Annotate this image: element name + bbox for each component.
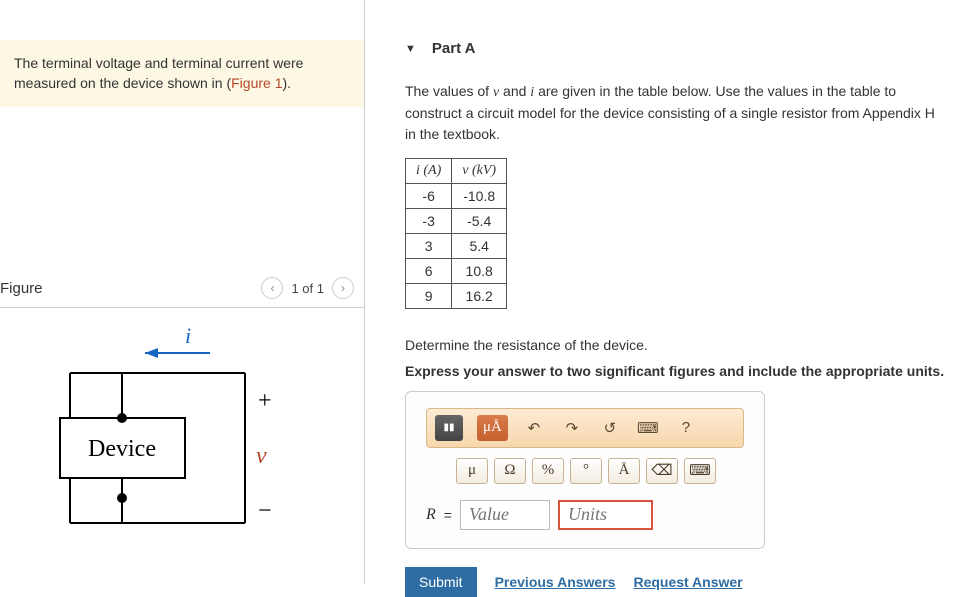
col-i-header: i (A) xyxy=(406,158,452,183)
templates-button[interactable]: ▮▮ xyxy=(435,415,463,441)
problem-statement: The terminal voltage and terminal curren… xyxy=(0,40,364,107)
table-row: 916.2 xyxy=(406,283,507,308)
figure-title: Figure xyxy=(0,280,43,297)
special-chars-button[interactable]: μÅ xyxy=(477,415,508,441)
submit-button[interactable]: Submit xyxy=(405,567,477,597)
part-label: Part A xyxy=(432,40,476,57)
toolbar-secondary: μ Ω % ° Å ⌫ ⌨ xyxy=(426,458,744,484)
table-row: 610.8 xyxy=(406,258,507,283)
v-label: v xyxy=(256,443,267,469)
device-label: Device xyxy=(88,436,156,462)
table-row: -6-10.8 xyxy=(406,183,507,208)
answer-line: R = xyxy=(426,500,744,530)
value-input[interactable] xyxy=(460,500,550,530)
keypad-button[interactable]: ⌨ xyxy=(684,458,716,484)
circuit-diagram: i Device + v − xyxy=(0,318,340,548)
degree-button[interactable]: ° xyxy=(570,458,602,484)
figure-prev-button[interactable]: ‹ xyxy=(261,277,283,299)
right-pane: ▼ Part A The values of v and i are given… xyxy=(365,0,966,584)
toolbar-primary: ▮▮ μÅ ↶ ↷ ↺ ⌨ ? xyxy=(426,408,744,448)
redo-button[interactable]: ↷ xyxy=(560,416,584,440)
part-header[interactable]: ▼ Part A xyxy=(405,40,966,57)
mu-button[interactable]: μ xyxy=(456,458,488,484)
sub-prompt-bold: Express your answer to two significant f… xyxy=(405,363,966,379)
table-row: 35.4 xyxy=(406,233,507,258)
figure-next-button[interactable]: › xyxy=(332,277,354,299)
answer-eq: = xyxy=(444,507,452,523)
percent-button[interactable]: % xyxy=(532,458,564,484)
request-answer-link[interactable]: Request Answer xyxy=(633,574,742,590)
data-table: i (A) v (kV) -6-10.8 -3-5.4 35.4 610.8 9… xyxy=(405,158,507,309)
sub-prompt: Determine the resistance of the device. xyxy=(405,337,966,353)
plus-label: + xyxy=(258,388,272,414)
figure-pager: ‹ 1 of 1 › xyxy=(261,277,354,299)
prompt-text: The values of v and i are given in the t… xyxy=(405,81,945,144)
collapse-icon: ▼ xyxy=(405,43,416,55)
i-label: i xyxy=(185,323,191,348)
keyboard-button[interactable]: ⌨ xyxy=(636,416,660,440)
backspace-button[interactable]: ⌫ xyxy=(646,458,678,484)
table-row: -3-5.4 xyxy=(406,208,507,233)
answer-var: R xyxy=(426,506,436,524)
figure-header: Figure ‹ 1 of 1 › xyxy=(0,277,364,308)
omega-button[interactable]: Ω xyxy=(494,458,526,484)
units-input[interactable] xyxy=(558,500,653,530)
figure-link[interactable]: Figure 1 xyxy=(231,75,282,91)
action-row: Submit Previous Answers Request Answer xyxy=(405,567,966,597)
previous-answers-link[interactable]: Previous Answers xyxy=(495,574,616,590)
figure-count: 1 of 1 xyxy=(291,281,324,296)
left-pane: The terminal voltage and terminal curren… xyxy=(0,0,365,584)
minus-label: − xyxy=(258,498,272,524)
undo-button[interactable]: ↶ xyxy=(522,416,546,440)
reset-button[interactable]: ↺ xyxy=(598,416,622,440)
answer-box: ▮▮ μÅ ↶ ↷ ↺ ⌨ ? μ Ω % ° Å ⌫ ⌨ R = xyxy=(405,391,765,549)
help-button[interactable]: ? xyxy=(674,416,698,440)
col-v-header: v (kV) xyxy=(452,158,507,183)
figure-canvas: i Device + v − xyxy=(0,308,364,584)
angstrom-button[interactable]: Å xyxy=(608,458,640,484)
statement-text-2: ). xyxy=(282,75,291,91)
